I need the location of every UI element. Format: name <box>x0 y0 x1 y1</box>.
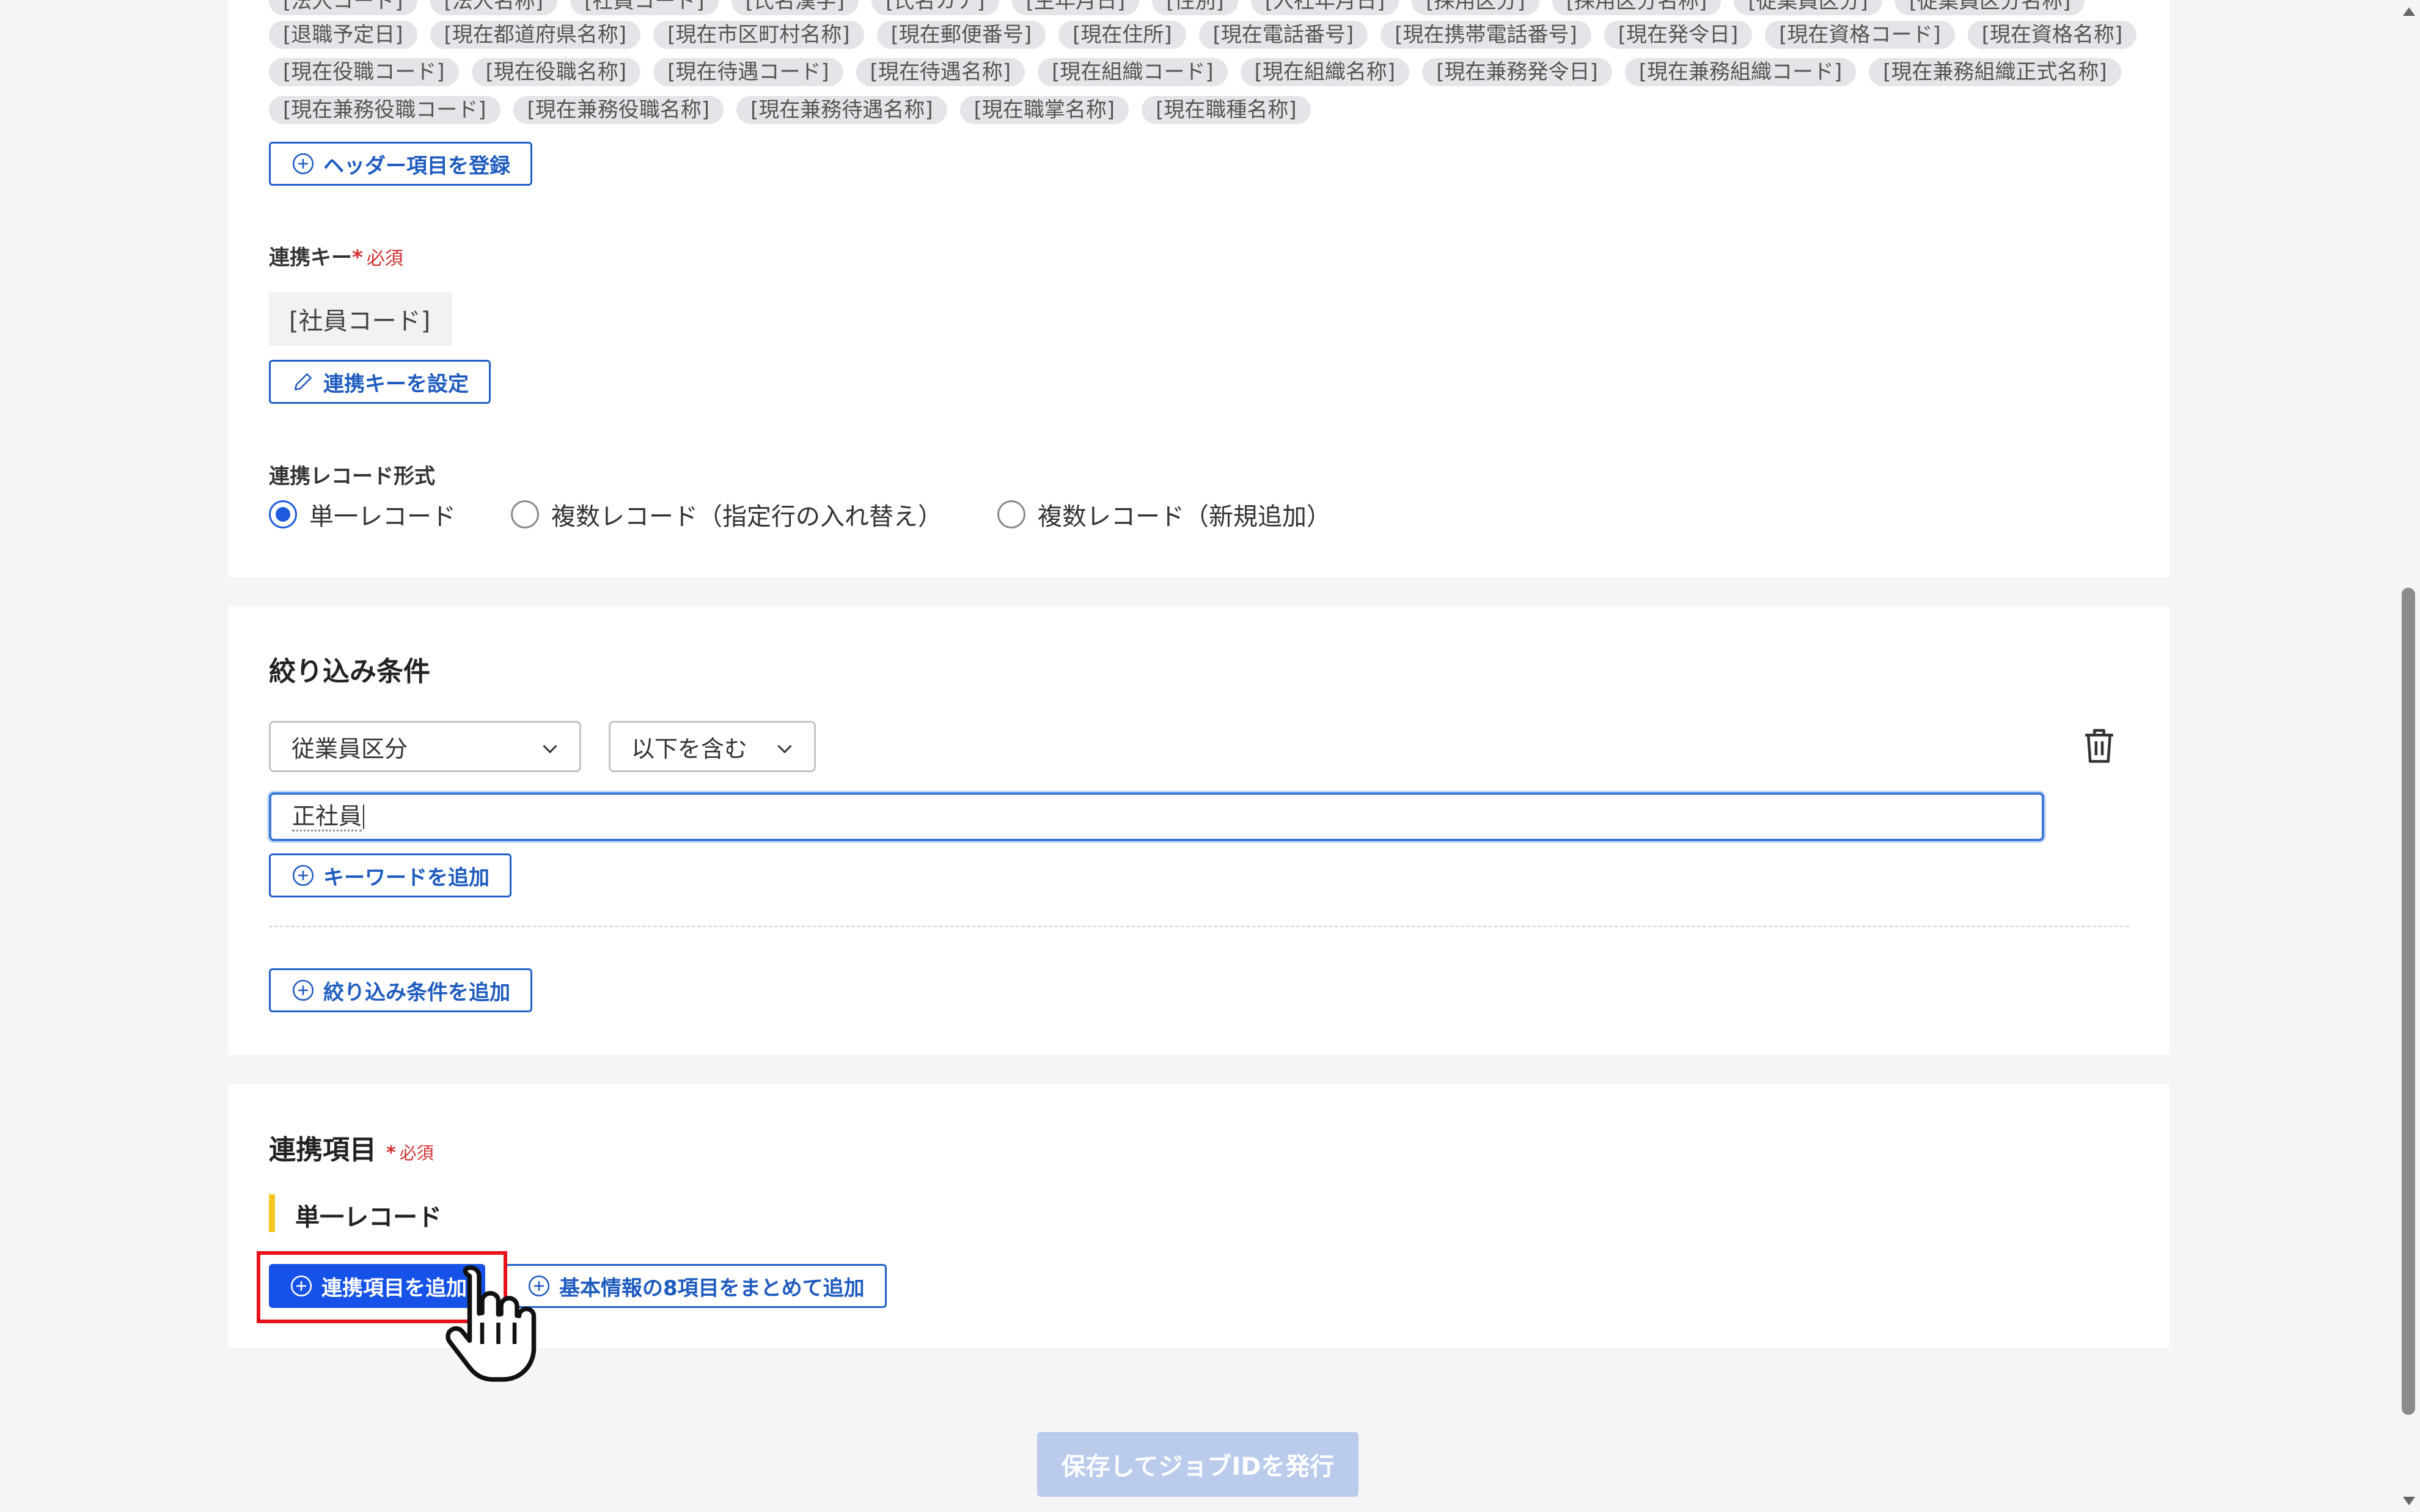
hand-pointer-icon <box>446 1265 537 1382</box>
chevron-down-icon <box>543 745 557 754</box>
header-tag: [現在兼務待遇名称] <box>736 96 947 124</box>
scroll-up-arrow-icon[interactable] <box>2402 5 2416 17</box>
header-tag: [従業員区分名称] <box>1894 0 2085 15</box>
pencil-icon <box>295 373 312 390</box>
filter-keyword-value: 正社員 <box>292 803 362 831</box>
required-mark: * <box>352 246 363 270</box>
record-format-radio-group: 単一レコード 複数レコード（指定行の入れ替え） 複数レコード（新規追加） <box>269 496 1386 533</box>
header-tag: [現在役職コード] <box>269 58 459 86</box>
filter-field-select[interactable]: 従業員区分 <box>269 721 581 772</box>
header-tag: [入社年月日] <box>1250 0 1399 15</box>
add-filter-condition-button[interactable]: 絞り込み条件を追加 <box>269 968 532 1012</box>
link-key-value: [社員コード] <box>269 292 452 346</box>
link-items-title-text: 連携項目 <box>269 1134 376 1166</box>
trash-icon[interactable] <box>2080 726 2118 766</box>
required-text: 必須 <box>399 1143 434 1163</box>
header-tag: [氏名漢字] <box>731 0 859 15</box>
header-tag: [現在兼務役職コード] <box>269 96 501 124</box>
header-tag: [現在組織名称] <box>1240 58 1410 86</box>
header-tag: [従業員区分] <box>1734 0 1882 15</box>
header-tag-row: [退職予定日] [現在都道府県名称] [現在市区町村名称] [現在郵便番号] [現在住所… <box>269 21 2149 49</box>
header-tag: [現在市区町村名称] <box>653 21 864 49</box>
radio-label: 複数レコード（指定行の入れ替え） <box>551 503 942 531</box>
chevron-down-icon <box>777 745 792 754</box>
header-tag: [氏名カナ] <box>871 0 999 15</box>
register-header-button[interactable]: ヘッダー項目を登録 <box>269 142 532 186</box>
register-header-label: ヘッダー項目を登録 <box>323 153 510 178</box>
header-tag: [退職予定日] <box>269 21 417 49</box>
filter-operator-value: 以下を含む <box>631 735 748 762</box>
add-keyword-button[interactable]: キーワードを追加 <box>269 853 512 897</box>
radio-circle <box>997 500 1025 528</box>
header-tag: [現在住所] <box>1058 21 1186 49</box>
header-tag-row: [法人コード] [法人名称] [社員コード] [氏名漢字] [氏名カナ] [生年月日] [性… <box>269 0 2097 15</box>
header-tag: [現在資格名称] <box>1967 21 2137 49</box>
header-tag-row: [現在兼務役職コード] [現在兼務役職名称] [現在兼務待遇名称] [現在職掌名称] [… <box>269 96 1324 124</box>
link-key-label-text: 連携キー <box>269 246 352 270</box>
header-tag: [現在携帯電話番号] <box>1380 21 1591 49</box>
add-basic-items-label: 基本情報の8項目をまとめて追加 <box>559 1276 865 1301</box>
header-tag: [生年月日] <box>1011 0 1140 15</box>
plus-circle-icon <box>292 979 314 1001</box>
header-tag: [現在待遇コード] <box>653 58 843 86</box>
required-text: 必須 <box>366 248 403 269</box>
header-tag: [現在役職名称] <box>471 58 641 86</box>
single-record-subtitle: 単一レコード <box>295 1203 442 1232</box>
filter-title: 絞り込み条件 <box>269 656 430 687</box>
link-items-title: 連携項目 * 必須 <box>269 1128 434 1167</box>
filter-operator-select[interactable]: 以下を含む <box>609 721 816 772</box>
radio-single-record[interactable]: 単一レコード <box>269 497 456 532</box>
radio-circle <box>269 500 297 528</box>
add-basic-items-button[interactable]: 基本情報の8項目をまとめて追加 <box>505 1264 887 1308</box>
header-tag: [法人名称] <box>430 0 558 15</box>
header-tag: [現在資格コード] <box>1765 21 1955 49</box>
scroll-down-arrow-icon[interactable] <box>2402 1496 2416 1508</box>
header-tag: [現在兼務発令日] <box>1422 58 1612 86</box>
header-tag: [現在郵便番号] <box>876 21 1046 49</box>
required-mark: * <box>386 1142 396 1164</box>
header-tag: [現在兼務組織コード] <box>1624 58 1857 86</box>
header-tag: [社員コード] <box>570 0 719 15</box>
header-tag: [採用区分] <box>1412 0 1539 15</box>
header-tag: [法人コード] <box>269 0 417 15</box>
set-link-key-label: 連携キーを設定 <box>323 371 469 396</box>
header-tag: [現在職掌名称] <box>959 96 1129 124</box>
radio-circle <box>511 500 539 528</box>
filter-keyword-input[interactable]: 正社員 <box>269 792 2044 841</box>
plus-circle-icon <box>292 153 314 175</box>
radio-label: 単一レコード <box>309 503 456 531</box>
filter-divider <box>269 926 2129 927</box>
add-keyword-label: キーワードを追加 <box>323 865 490 890</box>
header-tag-row: [現在役職コード] [現在役職名称] [現在待遇コード] [現在待遇名称] [現在組織コ… <box>269 58 2134 86</box>
header-tag: [現在職種名称] <box>1142 96 1311 124</box>
radio-multi-record-replace[interactable]: 複数レコード（指定行の入れ替え） <box>511 497 942 532</box>
header-tag: [現在電話番号] <box>1198 21 1368 49</box>
add-filter-condition-label: 絞り込み条件を追加 <box>323 980 510 1005</box>
filter-field-value: 従業員区分 <box>292 735 408 762</box>
scrollbar-thumb[interactable] <box>2402 588 2415 1415</box>
header-tag: [現在組織コード] <box>1038 58 1228 86</box>
save-and-issue-job-id-button[interactable]: 保存してジョブIDを発行 <box>1037 1432 1358 1497</box>
header-tag: [現在発令日] <box>1604 21 1753 49</box>
link-key-label: 連携キー* 必須 <box>269 241 403 271</box>
link-settings-card: [法人コード] [法人名称] [社員コード] [氏名漢字] [氏名カナ] [生年月日] [性… <box>228 0 2169 577</box>
set-link-key-button[interactable]: 連携キーを設定 <box>269 360 491 404</box>
header-tag: [性別] <box>1152 0 1238 15</box>
text-caret <box>363 805 365 829</box>
header-tag: [採用区分名称] <box>1552 0 1722 15</box>
record-format-label: 連携レコード形式 <box>269 464 435 489</box>
header-tag: [現在都道府県名称] <box>430 21 641 49</box>
header-tag: [現在待遇名称] <box>856 58 1025 86</box>
header-tag: [現在兼務役職名称] <box>513 96 724 124</box>
radio-multi-record-append[interactable]: 複数レコード（新規追加） <box>997 497 1331 532</box>
header-tag: [現在兼務組織正式名称] <box>1869 58 2121 86</box>
plus-circle-icon <box>292 864 314 886</box>
radio-label: 複数レコード（新規追加） <box>1038 503 1331 531</box>
subsection-accent-bar <box>269 1194 275 1232</box>
